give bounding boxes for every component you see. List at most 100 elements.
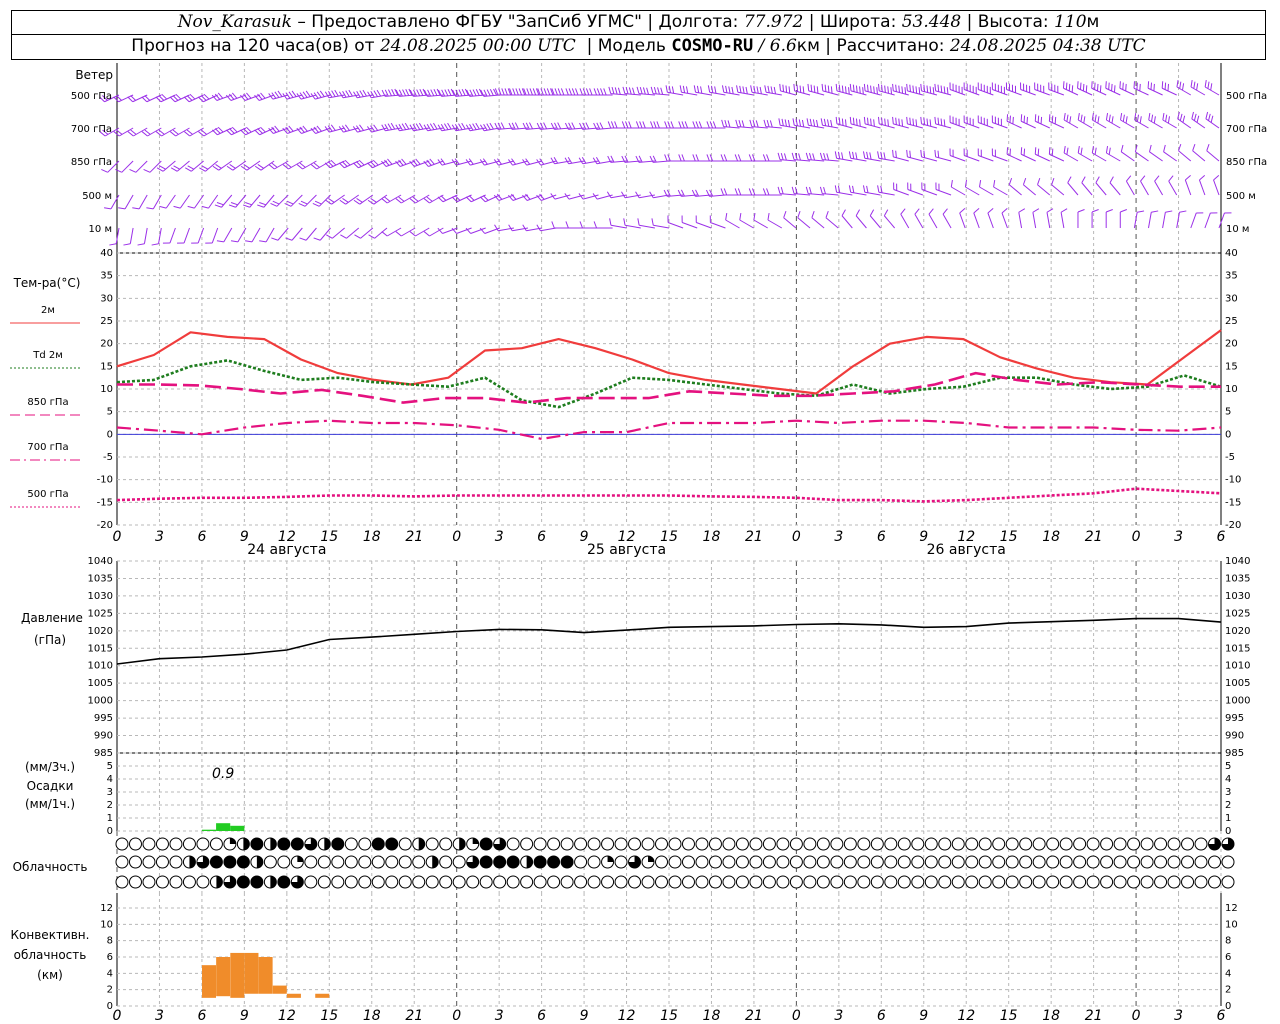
wind-barb <box>259 227 275 243</box>
y-tick-left: 995 <box>94 713 113 724</box>
wind-barb-feather <box>929 119 932 127</box>
y-tick-right: 30 <box>1225 293 1238 304</box>
cloud-circle-outline <box>735 855 749 869</box>
wind-barb-feather <box>585 122 590 130</box>
wind-barb <box>1191 111 1206 129</box>
cloud-circle <box>803 875 817 889</box>
wind-barb-staff <box>129 227 134 244</box>
cloud-circle <box>1059 855 1073 869</box>
precip-y-left: 5 <box>107 761 113 772</box>
wind-barb-feather <box>1105 81 1107 89</box>
wind-barb-feather <box>356 197 363 203</box>
wind-barb-feather <box>909 150 911 158</box>
wind-barb <box>578 156 599 165</box>
cloud-circle <box>776 855 790 869</box>
cloud-circle <box>263 837 277 851</box>
wind-barb-feather <box>187 205 195 209</box>
wind-barb-feather <box>373 124 379 131</box>
wind-barb <box>1091 209 1099 228</box>
wind-barb-staff <box>869 215 881 229</box>
wind-barb <box>1147 81 1163 96</box>
wind-barb-feather <box>274 91 280 98</box>
wind-barb-feather <box>423 231 430 237</box>
wind-barb-feather <box>353 91 358 99</box>
wind-barb-feather <box>777 186 781 194</box>
wind-barb-feather <box>1179 81 1182 89</box>
cloud-circle-outline <box>1181 837 1195 851</box>
cloud-circle <box>358 875 372 889</box>
wind-level-right: 700 гПа <box>1226 124 1267 135</box>
wind-barb-feather <box>169 131 176 137</box>
y-tick-left: 1015 <box>88 643 113 654</box>
wind-level-left: 500 м <box>82 191 112 202</box>
cloud-circle-outline <box>1154 855 1168 869</box>
wind-barb-staff <box>959 212 966 229</box>
wind-barb-feather <box>642 87 646 95</box>
precip-y-left: 4 <box>107 774 113 785</box>
cloud-circle <box>277 837 291 851</box>
cloud-circle-outline <box>776 837 790 851</box>
cloud-circle <box>128 855 142 869</box>
wind-barb-staff <box>1149 151 1163 162</box>
wind-barb <box>1067 176 1079 196</box>
wind-barb-feather <box>316 91 322 98</box>
wind-barb <box>869 209 881 229</box>
wind-barb-feather <box>230 240 239 243</box>
wind-barb-staff <box>808 90 825 96</box>
wind-barb-staff <box>1204 86 1220 96</box>
wind-barb-feather <box>595 156 601 164</box>
wind-barb <box>767 213 783 229</box>
wind-barb-staff <box>1192 150 1206 162</box>
wind-barb-feather <box>1210 83 1213 91</box>
wind-barb-feather <box>912 85 915 93</box>
cloud-circle <box>870 875 884 889</box>
wind-barb-staff <box>331 194 345 205</box>
wind-barb-feather <box>401 123 407 130</box>
cloud-circle <box>452 855 466 869</box>
wind-barb <box>324 159 345 169</box>
wind-barb-staff <box>850 123 867 129</box>
cloud-circle <box>290 837 304 851</box>
wind-barb-feather <box>359 90 364 97</box>
wind-barb-staff <box>914 213 924 229</box>
wind-barb-feather <box>679 85 682 93</box>
cloud-circle-outline <box>520 837 534 851</box>
conv-y-right: 12 <box>1225 903 1238 914</box>
cloud-circle-outline <box>358 855 372 869</box>
cloud-circle-outline <box>695 875 709 889</box>
wind-barb-feather <box>1006 147 1009 155</box>
wind-barb-staff <box>624 93 641 96</box>
cloud-circle-outline <box>142 875 156 889</box>
conv-y-left: 12 <box>100 903 113 914</box>
wind-barb-feather <box>418 122 424 130</box>
wind-barb-feather <box>358 159 365 166</box>
cloud-circle <box>128 875 142 889</box>
wind-barb-staff <box>1006 120 1022 129</box>
wind-barb-staff <box>893 189 909 196</box>
cloud-circle-outline <box>142 837 156 851</box>
wind-barb-feather <box>946 87 949 95</box>
wind-barb-feather <box>657 87 660 95</box>
wind-barb-staff <box>1020 89 1036 96</box>
conv-unit: (км) <box>37 968 63 982</box>
wind-barb-feather <box>169 96 176 103</box>
cloud-circle <box>277 875 291 889</box>
wind-barb-feather <box>217 126 224 133</box>
wind-barb-feather <box>1193 113 1197 121</box>
wind-barb-feather <box>898 85 900 93</box>
cloud-circle-outline <box>992 875 1006 889</box>
cloud-circle-outline <box>506 837 520 851</box>
wind-barb-staff <box>183 227 190 244</box>
wind-barb-feather <box>808 153 812 161</box>
wind-barb-feather <box>823 118 827 126</box>
wind-barb-feather <box>725 85 728 93</box>
cloud-circle <box>250 855 264 869</box>
cloud-circle-outline <box>1194 875 1208 889</box>
cloud-circle <box>196 855 210 869</box>
wind-barb-feather <box>639 121 643 129</box>
wind-barb-feather <box>1148 144 1152 152</box>
wind-barb-staff <box>1148 119 1163 129</box>
wind-barb-feather <box>483 123 488 131</box>
wind-barb <box>1077 146 1093 162</box>
cloud-circle-outline <box>816 855 830 869</box>
